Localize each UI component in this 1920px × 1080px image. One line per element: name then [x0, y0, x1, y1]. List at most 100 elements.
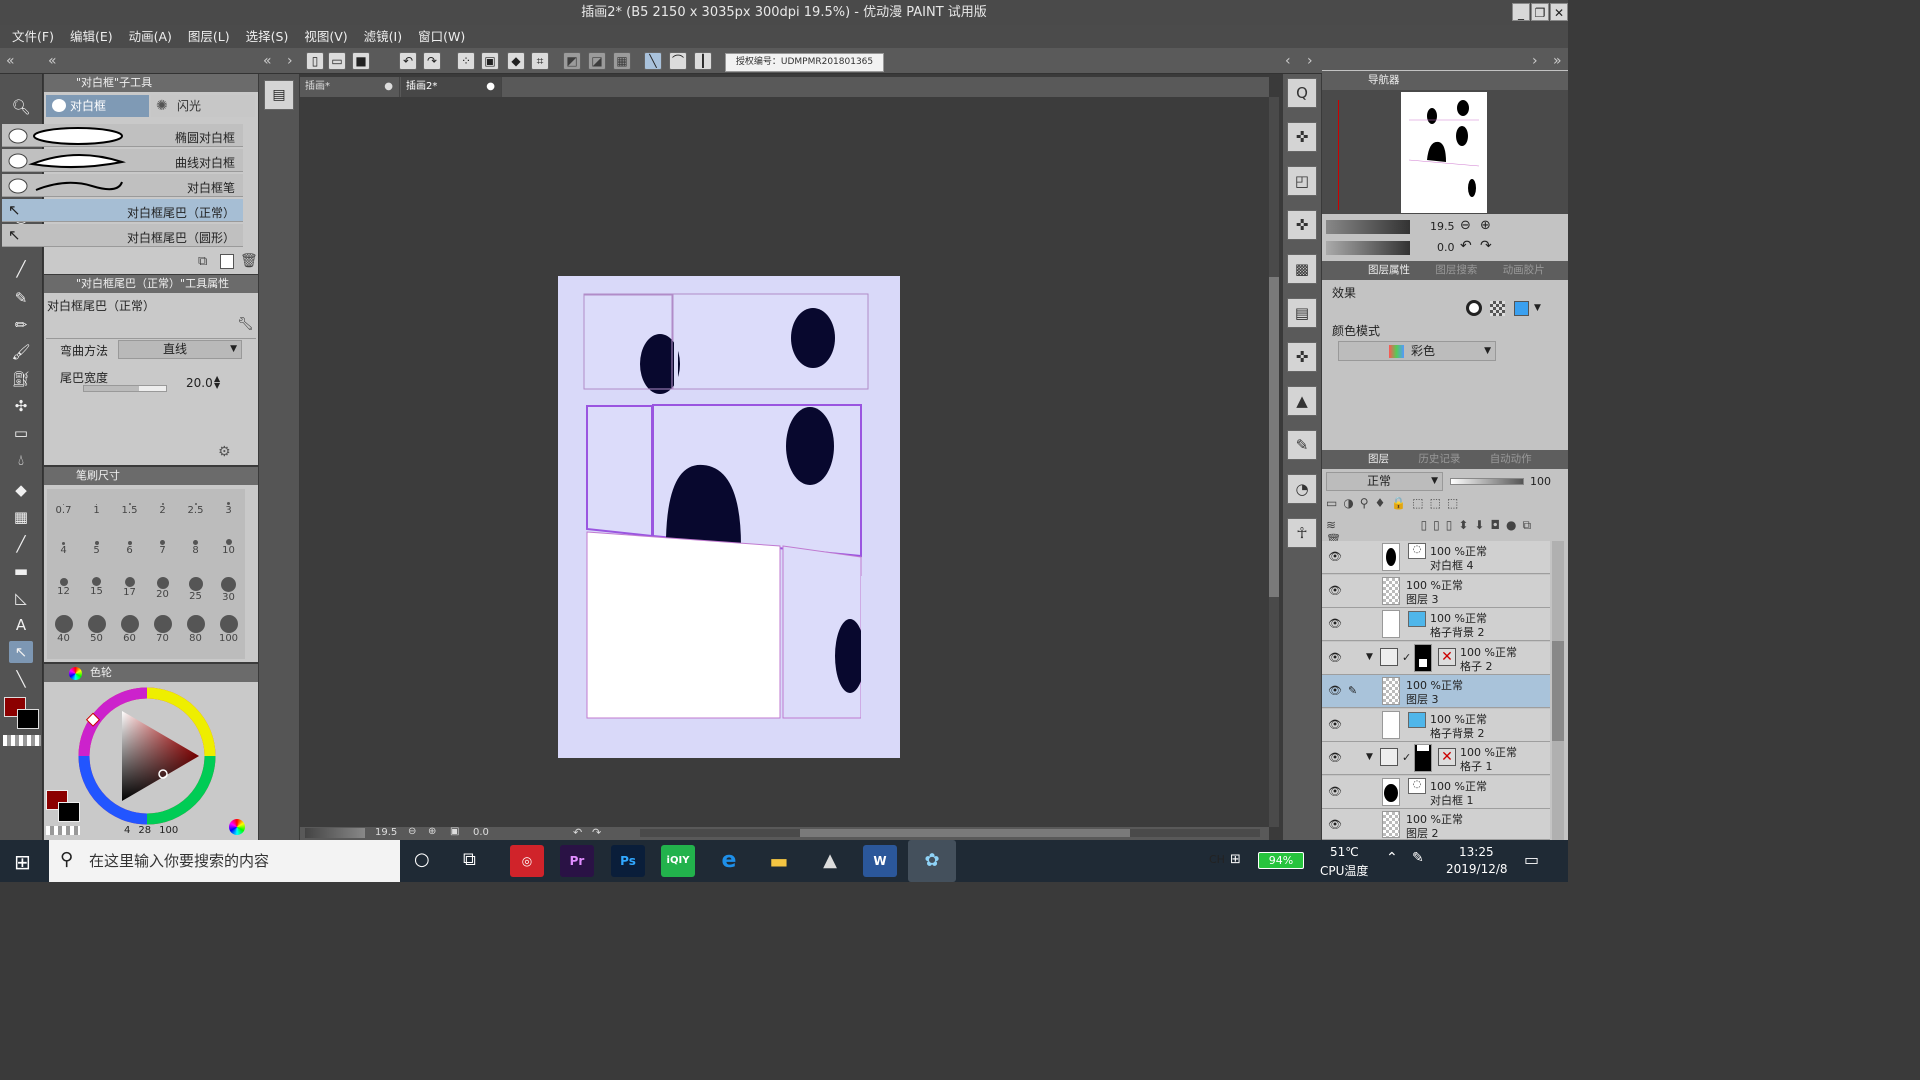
sub-color-swatch[interactable]	[17, 709, 39, 729]
tone-effect-icon[interactable]	[1490, 301, 1505, 316]
brush-size-preset[interactable]: 10	[212, 537, 245, 577]
brush-tool-icon[interactable]: 🖌︎	[9, 341, 33, 363]
layer-row-selected[interactable]: 👁︎ ✎ 100 %正常 图层 3	[1322, 675, 1550, 708]
tail-width-slider[interactable]	[83, 385, 167, 392]
ruler-tool-icon[interactable]: ◺	[9, 587, 33, 609]
horizontal-scrollbar[interactable]	[640, 829, 1260, 837]
taskbar-search[interactable]: 在这里输入你要搜索的内容	[49, 840, 400, 882]
layer-scrollbar[interactable]	[1552, 541, 1564, 840]
clear-selection-icon[interactable]: ⁘	[457, 52, 475, 70]
copy-subtool-icon[interactable]: ⧉	[198, 254, 207, 269]
brush-size-preset[interactable]: 80	[179, 615, 212, 655]
figure-icon[interactable]: ☥	[1287, 518, 1317, 548]
brush-size-preset[interactable]: 15	[80, 577, 113, 617]
sub-color-chip[interactable]	[58, 802, 80, 822]
layer-row[interactable]: 👁︎ 100 %正常 图层 3	[1322, 575, 1550, 608]
pen-tool-icon[interactable]: ✎	[9, 287, 33, 309]
eyedropper-tool-icon[interactable]: ╱	[9, 258, 33, 280]
layer-actions[interactable]: ≋ ▯▯▯⬍⬇◘●⧉🗑︎	[1326, 518, 1554, 547]
layer-folder-row[interactable]: 👁︎ ▼ ✓ ✕ 100 %正常 格子 2	[1322, 642, 1550, 675]
eye-icon[interactable]: 👁︎	[1328, 617, 1342, 630]
fill-tool-icon[interactable]: ◆	[9, 479, 33, 501]
chevron-right-icon[interactable]: ›	[287, 48, 293, 74]
transparent-chip[interactable]	[46, 826, 80, 835]
chevron-down-icon[interactable]: ▼	[1366, 652, 1373, 662]
zoom-in-icon[interactable]: ⊕	[1480, 218, 1491, 233]
subtool-item-selected[interactable]: ↖ 对白框尾巴（正常）	[2, 199, 243, 222]
notification-icon[interactable]: ▭	[1524, 850, 1539, 869]
delete-subtool-icon[interactable]: 🗑︎	[240, 253, 258, 269]
eye-icon[interactable]: 👁︎	[1328, 584, 1342, 597]
brush-size-preset[interactable]: 50	[80, 615, 113, 655]
material-icon[interactable]: ✜	[1287, 210, 1317, 240]
material-icon[interactable]: ▤	[1287, 298, 1317, 328]
bend-select[interactable]: 直线 ▼	[118, 340, 242, 359]
layer-row[interactable]: 👁︎ 100 %正常 格子背景 2	[1322, 709, 1550, 742]
windows-start-icon[interactable]: ⊞	[14, 850, 31, 874]
brush-size-preset[interactable]: 6	[113, 537, 146, 577]
file-explorer-icon[interactable]: ▬	[762, 845, 796, 877]
brush-size-preset[interactable]: 0.7	[47, 497, 80, 537]
decoration-tool-icon[interactable]: ✣	[9, 395, 33, 417]
layer-row[interactable]: 👁︎ 100 %正常 图层 2	[1322, 809, 1550, 840]
tab-animation-cels[interactable]: 动画胶片	[1481, 264, 1545, 276]
opacity-slider[interactable]	[1450, 478, 1524, 485]
border-effect-icon[interactable]	[1466, 300, 1482, 316]
rotate-left-icon[interactable]: ↶	[573, 826, 582, 839]
subtool-item[interactable]: ↖ 对白框尾巴（圆形）	[2, 224, 243, 247]
brush-size-preset[interactable]: 12	[47, 577, 80, 617]
menu-edit[interactable]: 编辑(E)	[62, 25, 121, 48]
zoom-tool-icon[interactable]: 🔍︎	[9, 96, 33, 118]
wrench-icon[interactable]: 🔧︎	[237, 317, 255, 335]
menu-layer[interactable]: 图层(L)	[180, 25, 238, 48]
collapse-left-icon[interactable]: «	[48, 48, 57, 74]
layer-toolbar[interactable]: ▭◑⚲♦🔒⬚⬚⬚	[1326, 496, 1554, 514]
airbrush-tool-icon[interactable]: ⛽︎	[9, 368, 33, 390]
eye-icon[interactable]: 👁︎	[1328, 684, 1342, 697]
chevron-down-icon[interactable]: ▼	[1366, 752, 1373, 762]
layer-folder-row[interactable]: 👁︎ ▼ ✓ ✕ 100 %正常 格子 1	[1322, 742, 1550, 775]
tab-illustration2[interactable]: 插画2* ●	[401, 77, 502, 97]
pen-icon[interactable]: ✎	[1412, 850, 1424, 866]
tab-history[interactable]: 历史记录	[1392, 453, 1460, 465]
photoshop-icon[interactable]: Ps	[611, 845, 645, 877]
balloon-tool-icon[interactable]: ↖	[9, 641, 33, 663]
zoom-in-icon[interactable]: ⊕	[428, 826, 436, 837]
figure-tool-icon[interactable]: ╱	[9, 533, 33, 555]
zoom-out-icon[interactable]: ⊖	[408, 826, 416, 837]
transparent-color-swatch[interactable]	[3, 735, 41, 746]
layer-row[interactable]: 👁︎ ◌ 100 %正常 对白框 4	[1322, 541, 1550, 574]
transform-icon[interactable]: ⌗	[531, 52, 549, 70]
menu-animation[interactable]: 动画(A)	[121, 25, 180, 48]
premiere-icon[interactable]: Pr	[560, 845, 594, 877]
chevron-up-icon[interactable]: ⌃	[1386, 850, 1398, 866]
color-wheel-tab-icon[interactable]	[69, 667, 82, 680]
navigator-angle-value[interactable]: 0.0	[1437, 241, 1455, 254]
search-icon[interactable]: Q	[1287, 78, 1317, 108]
frame-tool-icon[interactable]: ▬	[9, 560, 33, 582]
input-lang[interactable]: CH	[1209, 853, 1225, 866]
task-view-icon[interactable]: ⧉	[463, 849, 476, 870]
clock-time[interactable]: 13:25	[1459, 845, 1494, 859]
tab-auto-action[interactable]: 自动动作	[1464, 453, 1532, 465]
eye-icon[interactable]: 👁︎	[1328, 785, 1342, 798]
collapse-left-icon[interactable]: «	[263, 48, 272, 74]
navigator-thumbnail[interactable]	[1401, 92, 1487, 213]
angle-value[interactable]: 0.0	[473, 827, 489, 838]
brush-size-preset[interactable]: 5	[80, 537, 113, 577]
spin-arrows-icon[interactable]: ▲ ▼	[214, 375, 220, 390]
clock-date[interactable]: 2019/12/8	[1446, 862, 1508, 876]
rotate-right-icon[interactable]: ↷	[1480, 238, 1492, 254]
redo-icon[interactable]: ↷	[423, 52, 441, 70]
tab-illustration[interactable]: 插画* ●	[300, 77, 400, 97]
menu-filter[interactable]: 滤镜(I)	[356, 25, 410, 48]
eye-icon[interactable]: 👁︎	[1328, 550, 1342, 563]
navigator-zoom-value[interactable]: 19.5	[1430, 220, 1455, 233]
eraser-tool-icon[interactable]: ▭	[9, 422, 33, 444]
brush-size-preset[interactable]: 60	[113, 615, 146, 655]
brush-size-preset[interactable]: 20	[146, 577, 179, 617]
brush-size-preset[interactable]: 30	[212, 577, 245, 617]
battery-indicator[interactable]: 94%	[1258, 852, 1304, 869]
photos-icon[interactable]: ▲	[813, 845, 847, 877]
blend-tool-icon[interactable]: 💧︎	[9, 449, 33, 471]
